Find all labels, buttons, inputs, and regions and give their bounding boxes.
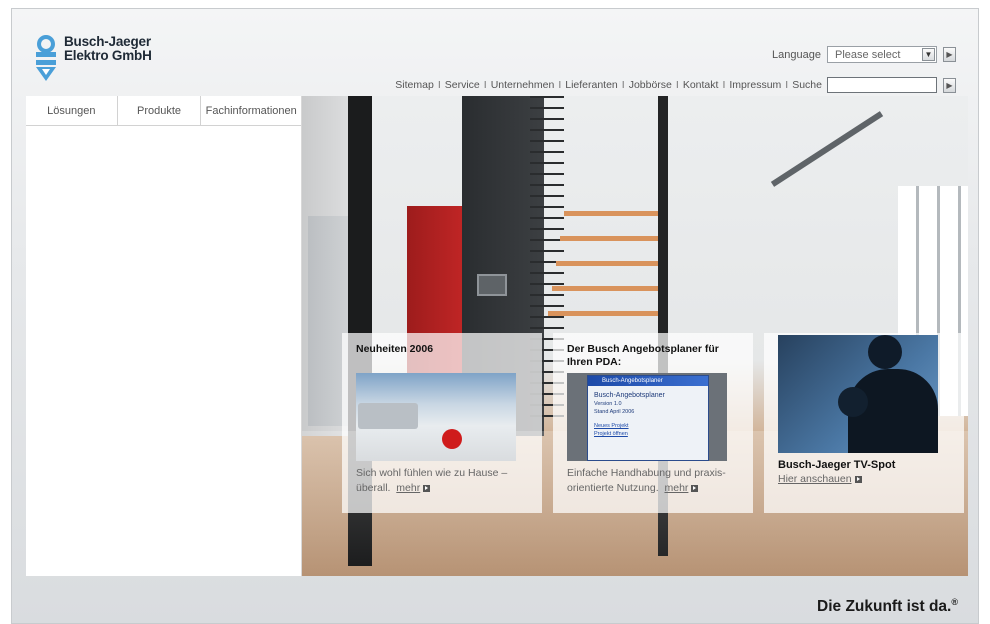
burglar-head-shape [868,335,902,369]
language-select[interactable]: Please select ▼ [827,46,937,63]
hero-image: Neuheiten 2006 Sich wohl fühlen wie zu H… [302,96,968,576]
teaser-tv-spot: Busch-Jaeger TV-Spot Hier anschauen [764,333,964,513]
language-go-button[interactable]: ▶ [943,47,956,62]
left-panel: Lösungen Produkte Fachinformationen [26,96,302,576]
nav-separator: I [722,79,726,91]
burglar-head-shape [838,387,868,417]
brand-name-line1: Busch-Jaeger [64,34,151,49]
brand-name-line2: Elektro GmbH [64,48,152,63]
teaser-text-line2: überall. [356,482,391,494]
chevron-down-icon[interactable]: ▼ [922,48,935,61]
nav-link-jobboerse[interactable]: Jobbörse [629,79,672,91]
mehr-link[interactable]: mehr [664,482,688,494]
teaser-angebotsplaner: Der Busch Angebotsplaner für Ihren PDA: … [553,333,753,513]
search-input[interactable] [827,77,937,93]
nav-separator: I [621,79,625,91]
teaser-text: Sich wohl fühlen wie zu Hause – überall.… [356,466,528,496]
teaser-text: Einfache Handhabung und praxis- orientie… [567,466,739,496]
sofa-shape [358,403,418,429]
teaser-text: Hier anschauen [778,472,950,487]
nav-separator: I [483,79,487,91]
pda-link-new-project: Neues Projekt [594,423,629,429]
tab-fachinformationen[interactable]: Fachinformationen [201,96,301,125]
mehr-link[interactable]: mehr [396,482,420,494]
pda-titlebar: Busch-Angebotsplaner [588,376,708,386]
nav-separator: I [675,79,679,91]
tab-loesungen[interactable]: Lösungen [26,96,118,125]
pda-date: Stand April 2006 [594,409,635,415]
red-heart-shape [442,429,462,449]
pda-heading: Busch-Angebotsplaner [594,392,665,399]
teaser-text-line2: orientierte Nutzung. [567,482,659,494]
nav-link-sitemap[interactable]: Sitemap [395,79,434,91]
nav-link-kontakt[interactable]: Kontakt [683,79,719,91]
registered-mark: ® [951,597,958,607]
busch-jaeger-logo-icon [34,35,58,85]
hero-wall-panel [477,274,507,296]
teaser-title: Busch-Jaeger TV-Spot [778,459,896,471]
footer-slogan: Die Zukunft ist da.® [817,597,958,616]
pda-version: Version 1.0 [594,401,622,407]
teaser-title: Der Busch Angebotsplaner für Ihren PDA: [567,343,719,368]
tab-produkte[interactable]: Produkte [118,96,202,125]
left-tabs: Lösungen Produkte Fachinformationen [26,96,301,126]
nav-link-impressum[interactable]: Impressum [729,79,781,91]
top-nav-links: Sitemap I Service I Unternehmen I Liefer… [395,79,822,91]
hero-stair-step [564,211,660,216]
brand-logo[interactable]: Busch-Jaeger Elektro GmbH [34,35,152,85]
search-go-button[interactable]: ▶ [943,77,956,93]
teaser-title: Neuheiten 2006 [356,343,434,355]
arrow-right-icon[interactable] [691,484,699,492]
teaser-pda-image[interactable]: Busch-Angebotsplaner Busch-Angebotsplane… [567,373,727,461]
pda-link-open-project: Projekt öffnen [594,431,628,437]
nav-separator: I [785,79,789,91]
nav-separator: I [437,79,441,91]
teaser-text-line1: Einfache Handhabung und praxis- [567,467,726,479]
nav-link-unternehmen[interactable]: Unternehmen [491,79,555,91]
arrow-right-icon[interactable] [423,484,431,492]
nav-link-lieferanten[interactable]: Lieferanten [565,79,618,91]
hero-stair-step [548,311,660,316]
language-selector: Language Please select ▼ ▶ [772,46,956,63]
hier-anschauen-link[interactable]: Hier anschauen [778,473,852,485]
hero-stair-step [560,236,660,241]
hero-stair-step [552,286,660,291]
arrow-right-icon[interactable] [854,475,862,483]
pda-window: Busch-Angebotsplaner Busch-Angebotsplane… [587,375,709,461]
teaser-neuheiten: Neuheiten 2006 Sich wohl fühlen wie zu H… [342,333,542,513]
teaser-tv-spot-image[interactable] [778,335,938,453]
nav-link-suche[interactable]: Suche [792,79,822,91]
top-navigation: Sitemap I Service I Unternehmen I Liefer… [395,77,956,93]
language-label: Language [772,48,821,61]
nav-link-service[interactable]: Service [445,79,480,91]
teaser-neuheiten-image[interactable] [356,373,516,461]
teaser-text-line1: Sich wohl fühlen wie zu Hause – [356,467,508,479]
arrow-right-icon: ▶ [946,50,953,59]
brand-name: Busch-Jaeger Elektro GmbH [64,35,152,63]
nav-separator: I [558,79,562,91]
arrow-right-icon: ▶ [946,80,953,90]
hero-ceiling-light [770,111,884,187]
page-frame: Busch-Jaeger Elektro GmbH Language Pleas… [11,8,979,624]
hero-stair-step [556,261,660,266]
slogan-text: Die Zukunft ist da. [817,598,952,616]
language-select-value: Please select [835,48,901,61]
